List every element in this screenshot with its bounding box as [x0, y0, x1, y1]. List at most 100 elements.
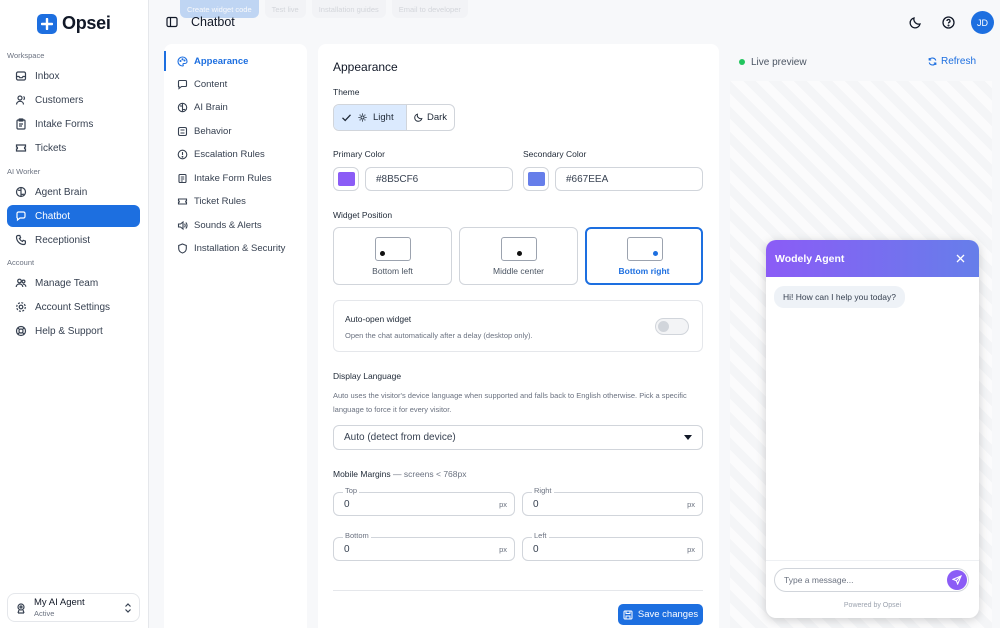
auto-open-toggle[interactable]: [655, 318, 689, 335]
position-option-bottom-right[interactable]: Bottom right: [585, 227, 703, 285]
team-icon: [15, 277, 27, 289]
ghost-button[interactable]: Installation guides: [311, 0, 386, 18]
phone-icon: [15, 234, 27, 246]
logo-icon: [37, 13, 57, 34]
language-select[interactable]: Auto (detect from device): [333, 425, 703, 450]
subnav-item-label: Behavior: [194, 125, 232, 137]
subnav-item-content[interactable]: Content: [164, 74, 307, 94]
display-language-label: Display Language: [333, 371, 402, 381]
subnav-item-ai-brain[interactable]: AI Brain: [164, 97, 307, 117]
sidebar-item-customers[interactable]: Customers: [7, 89, 140, 111]
chevron-updown-icon: [124, 602, 132, 613]
primary-color-swatch[interactable]: [333, 167, 359, 191]
chat-bubble-icon: [177, 79, 188, 90]
theme-toggle: Light Dark: [333, 104, 455, 131]
sidebar-item-chatbot[interactable]: Chatbot: [7, 205, 140, 227]
widget-title: Wodely Agent: [775, 252, 845, 265]
app-name: Opsei: [62, 13, 111, 33]
user-avatar[interactable]: JD: [971, 11, 994, 34]
send-button[interactable]: [947, 570, 967, 590]
margin-right-value: 0: [533, 498, 539, 510]
refresh-icon: [928, 57, 937, 66]
sidebar-item-inbox[interactable]: Inbox: [7, 65, 140, 87]
sidebar-item-tickets[interactable]: Tickets: [7, 137, 140, 159]
sidebar-item-label: Account Settings: [35, 301, 111, 313]
sun-icon: [358, 113, 367, 122]
robot-icon: [15, 602, 27, 614]
subnav-item-escalation-rules[interactable]: Escalation Rules: [164, 144, 307, 164]
sidebar-item-receptionist[interactable]: Receptionist: [7, 229, 140, 251]
subnav-item-label: Intake Form Rules: [194, 172, 272, 184]
sidebar-item-help-support[interactable]: Help & Support: [7, 320, 140, 342]
widget-position-label: Widget Position: [333, 210, 393, 220]
mobile-margins-label: Mobile Margins — screens < 768px: [333, 469, 467, 479]
refresh-button[interactable]: Refresh: [928, 56, 976, 67]
help-circle-icon[interactable]: [942, 16, 955, 29]
subnav-item-installation-security[interactable]: Installation & Security: [164, 238, 307, 258]
margin-left-input[interactable]: Left 0 px: [522, 531, 703, 561]
subnav-item-ticket-rules[interactable]: Ticket Rules: [164, 191, 307, 211]
brain-icon: [15, 186, 27, 198]
margin-right-input[interactable]: Right 0 px: [522, 486, 703, 516]
mobile-margins-note: — screens < 768px: [393, 469, 467, 479]
divider: [333, 590, 703, 591]
agent-selector[interactable]: My AI Agent Active: [7, 593, 140, 622]
subnav-item-sounds-alerts[interactable]: Sounds & Alerts: [164, 215, 307, 235]
brain-icon: [177, 102, 188, 113]
margin-top-label: Top: [343, 486, 360, 495]
moon-icon[interactable]: [909, 16, 922, 29]
subnav-item-intake-form-rules[interactable]: Intake Form Rules: [164, 168, 307, 188]
agent-name: My AI Agent: [34, 597, 85, 608]
sidebar-item-agent-brain[interactable]: Agent Brain: [7, 181, 140, 203]
speaker-icon: [177, 220, 188, 231]
subnav-item-appearance[interactable]: Appearance: [164, 51, 307, 71]
position-label: Bottom right: [618, 266, 670, 276]
theme-option-light[interactable]: Light: [334, 105, 406, 130]
refresh-label: Refresh: [941, 56, 977, 67]
subnav-item-label: Sounds & Alerts: [194, 219, 262, 231]
display-language-description: Auto uses the visitor's device language …: [333, 391, 687, 414]
greeting-message: Hi! How can I help you today?: [774, 286, 905, 308]
close-icon[interactable]: [956, 254, 965, 263]
theme-label: Theme: [333, 87, 360, 97]
logo[interactable]: Opsei: [37, 13, 111, 34]
subnav-item-label: Appearance: [194, 55, 249, 67]
form-icon: [177, 173, 188, 184]
sidebar-item-label: Help & Support: [35, 325, 103, 337]
sidebar-item-label: Inbox: [35, 70, 60, 82]
clipboard-icon: [15, 118, 27, 130]
theme-option-dark[interactable]: Dark: [406, 105, 454, 130]
subnav-item-behavior[interactable]: Behavior: [164, 121, 307, 141]
position-preview: [501, 237, 537, 261]
check-icon: [341, 112, 352, 123]
margin-top-value: 0: [344, 498, 350, 510]
message-input[interactable]: Type a message...: [774, 568, 969, 592]
save-button-label: Save changes: [637, 609, 699, 620]
ghost-button[interactable]: Test live: [264, 0, 306, 18]
agent-status: Active: [34, 609, 55, 618]
save-button[interactable]: Save changes: [618, 604, 703, 625]
live-preview-label: Live preview: [751, 57, 807, 68]
subnav-item-label: Content: [194, 78, 228, 90]
position-option-bottom-left[interactable]: Bottom left: [333, 227, 452, 285]
sidebar-item-label: Manage Team: [35, 277, 99, 289]
sidebar-item-manage-team[interactable]: Manage Team: [7, 272, 140, 294]
sidebar-item-intake-forms[interactable]: Intake Forms: [7, 113, 140, 135]
position-option-middle-center[interactable]: Middle center: [459, 227, 578, 285]
chat-widget-preview: Wodely Agent Hi! How can I help you toda…: [766, 240, 979, 618]
sidebar-item-label: Customers: [35, 94, 84, 106]
sidebar-item-label: Chatbot: [35, 210, 71, 222]
margin-top-input[interactable]: Top 0 px: [333, 486, 515, 516]
sidebar-item-account-settings[interactable]: Account Settings: [7, 296, 140, 318]
secondary-color-input[interactable]: #667EEA: [555, 167, 703, 191]
ghost-button[interactable]: Email to developer: [391, 0, 468, 18]
sidebar-item-label: Agent Brain: [35, 186, 88, 198]
margin-left-value: 0: [533, 543, 539, 555]
sidebar-toggle-icon[interactable]: [166, 16, 178, 28]
margin-bottom-input[interactable]: Bottom 0 px: [333, 531, 515, 561]
secondary-color-swatch[interactable]: [523, 167, 549, 191]
primary-color-input[interactable]: #8B5CF6: [365, 167, 513, 191]
page-title: Chatbot: [191, 15, 235, 29]
shield-icon: [177, 242, 188, 254]
moon-icon: [414, 113, 423, 122]
